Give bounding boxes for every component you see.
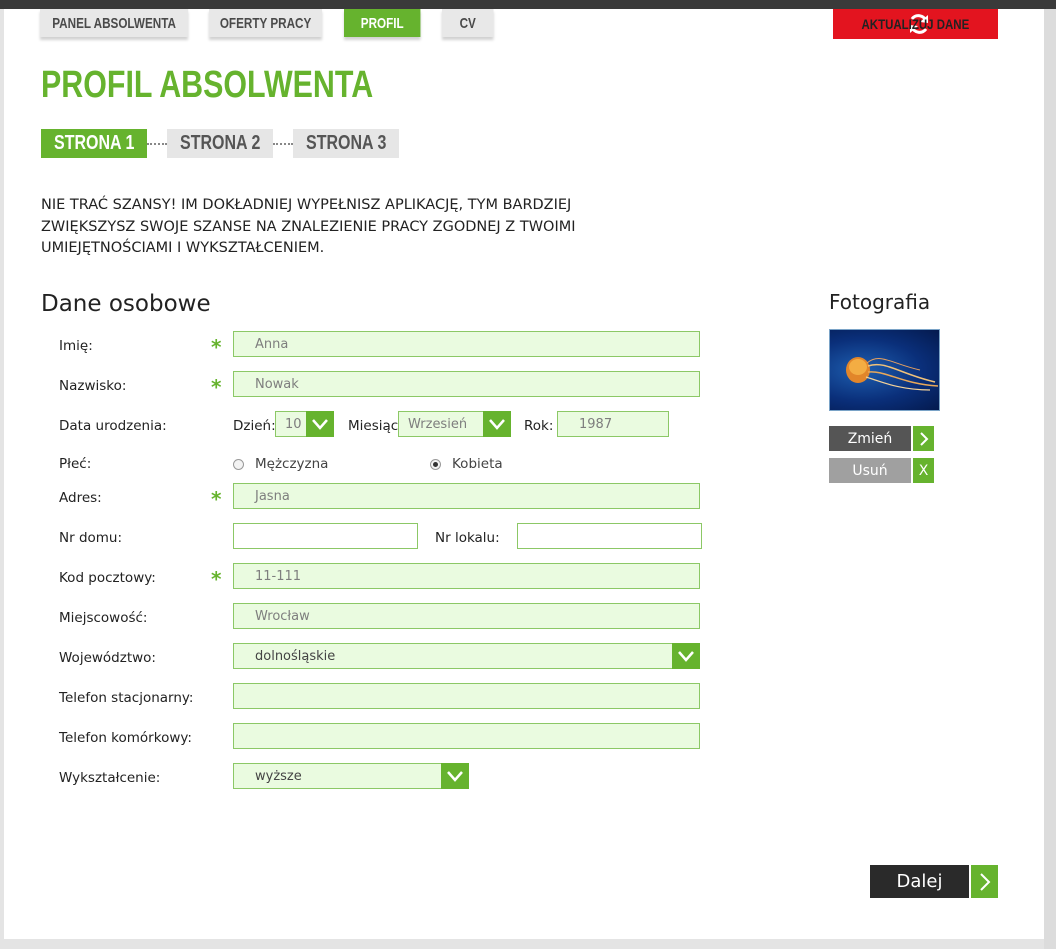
birth-date-label: Data urodzenia:: [59, 418, 167, 434]
mobile-field[interactable]: [233, 723, 700, 749]
jellyfish-image: [846, 357, 939, 391]
day-label: Dzień:: [233, 418, 276, 434]
required-marker: *: [211, 335, 222, 359]
day-select[interactable]: 10: [275, 411, 334, 437]
page: PANEL ABSOLWENTA OFERTY PRACY PROFIL CV …: [4, 9, 1044, 939]
education-label: Wykształcenie:: [59, 770, 161, 786]
house-number-label: Nr domu:: [59, 530, 123, 546]
mobile-label: Telefon komórkowy:: [59, 730, 192, 746]
year-field[interactable]: 1987: [557, 411, 669, 437]
city-field[interactable]: Wrocław: [233, 603, 700, 629]
required-marker: *: [211, 567, 222, 591]
gender-radio-male[interactable]: [233, 459, 244, 470]
gender-radio-female[interactable]: [430, 459, 441, 470]
year-label: Rok:: [524, 418, 554, 434]
education-select[interactable]: wyższe: [233, 763, 469, 789]
last-name-label: Nazwisko:: [59, 378, 127, 394]
first-name-label: Imię:: [59, 338, 93, 354]
chevron-down-icon: [441, 763, 469, 789]
intro-text: NIE TRAĆ SZANSY! IM DOKŁADNIEJ WYPEŁNISZ…: [41, 197, 576, 256]
profile-photo: [829, 329, 940, 411]
step-connector: [147, 143, 167, 145]
house-number-field[interactable]: [233, 523, 418, 549]
landline-field[interactable]: [233, 683, 700, 709]
city-label: Miejscowość:: [59, 610, 148, 626]
update-data-button[interactable]: AKTUALIZUJ DANE: [833, 9, 998, 39]
step-connector: [273, 143, 293, 145]
section-title-personal: Dane osobowe: [41, 291, 211, 317]
step-3[interactable]: STRONA 3: [293, 129, 399, 158]
voivodeship-label: Województwo:: [59, 650, 156, 666]
page-title: PROFIL ABSOLWENTA: [41, 64, 374, 106]
remove-photo-button[interactable]: Usuń X: [829, 458, 934, 483]
chevron-right-icon: [913, 426, 934, 451]
month-label: Miesiąc:: [348, 418, 403, 434]
top-strip: [0, 0, 1056, 9]
next-button[interactable]: Dalej: [870, 865, 998, 898]
apartment-number-field[interactable]: [517, 523, 702, 549]
required-marker: *: [211, 487, 222, 511]
last-name-field[interactable]: Nowak: [233, 371, 700, 397]
postal-code-label: Kod pocztowy:: [59, 570, 156, 586]
chevron-right-icon: [971, 865, 998, 898]
change-photo-label: Zmień: [829, 426, 911, 451]
close-icon: X: [913, 458, 934, 483]
section-title-photo: Fotografia: [829, 290, 931, 314]
remove-photo-label: Usuń: [829, 458, 911, 483]
right-edge: [1044, 9, 1056, 949]
month-select[interactable]: Wrzesień: [398, 411, 511, 437]
address-label: Adres:: [59, 490, 102, 506]
chevron-down-icon: [672, 643, 700, 669]
required-marker: *: [211, 375, 222, 399]
tab-profil[interactable]: PROFIL: [344, 9, 421, 37]
landline-label: Telefon stacjonarny:: [59, 690, 194, 706]
voivodeship-select[interactable]: dolnośląskie: [233, 643, 700, 669]
gender-option-male: Mężczyzna: [255, 456, 329, 472]
address-field[interactable]: Jasna: [233, 483, 700, 509]
update-data-label: AKTUALIZUJ DANE: [861, 16, 970, 32]
postal-code-field[interactable]: 11-111: [233, 563, 700, 589]
tab-panel-absolwenta[interactable]: PANEL ABSOLWENTA: [40, 9, 189, 37]
change-photo-button[interactable]: Zmień: [829, 426, 934, 451]
step-1[interactable]: STRONA 1: [41, 129, 147, 158]
gender-label: Płeć:: [59, 456, 92, 472]
chevron-down-icon: [306, 411, 334, 437]
apartment-number-label: Nr lokalu:: [435, 530, 500, 546]
next-button-label: Dalej: [870, 865, 969, 898]
step-2[interactable]: STRONA 2: [167, 129, 273, 158]
first-name-field[interactable]: Anna: [233, 331, 700, 357]
tab-cv[interactable]: CV: [442, 9, 494, 37]
chevron-down-icon: [483, 411, 511, 437]
tab-oferty-pracy[interactable]: OFERTY PRACY: [209, 9, 323, 37]
gender-option-female: Kobieta: [452, 456, 503, 472]
